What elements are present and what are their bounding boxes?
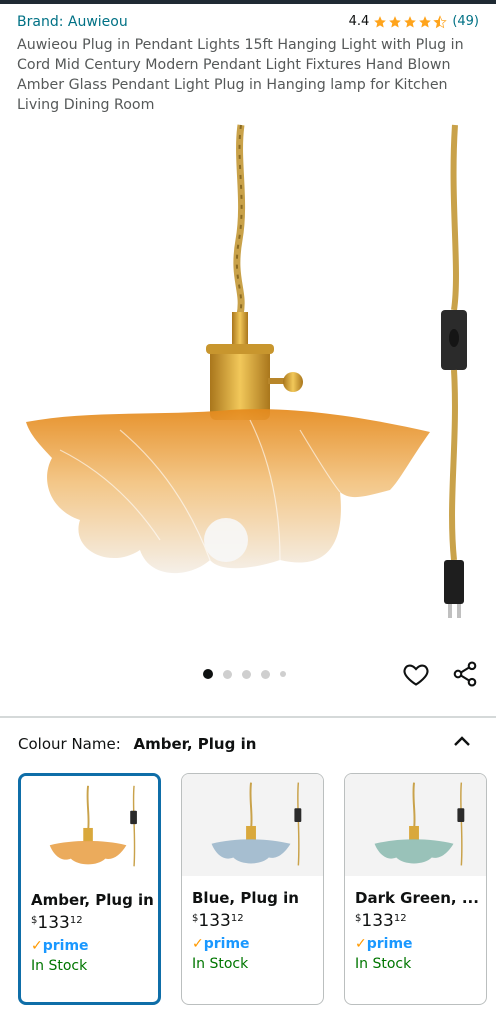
star-half-icon: [433, 14, 448, 28]
carousel-dot[interactable]: [261, 669, 270, 679]
product-title: Auwieou Plug in Pendant Lights 15ft Hang…: [17, 37, 464, 113]
brand-link[interactable]: Brand: Auwieou: [17, 14, 128, 30]
price-fraction: 12: [230, 913, 244, 924]
colour-thumbnail: [345, 774, 486, 876]
price-currency: $: [355, 913, 362, 924]
stock-status: In Stock: [355, 956, 412, 972]
colour-selected-value: Amber, Plug in: [133, 735, 257, 753]
price-currency: $: [31, 915, 38, 926]
price-currency: $: [192, 913, 199, 924]
star-icon: [419, 15, 432, 28]
star-icon: [374, 15, 387, 28]
prime-badge: ✓prime: [355, 936, 413, 952]
colour-option-price: $13312: [355, 911, 407, 931]
price-whole: 133: [37, 913, 70, 933]
price-whole: 133: [198, 911, 231, 931]
heart-icon[interactable]: [402, 660, 430, 688]
colour-option-name: Blue, Plug in: [192, 889, 299, 907]
price-whole: 133: [361, 911, 394, 931]
star-icon: [389, 15, 402, 28]
top-bar: [0, 0, 496, 4]
carousel-dot[interactable]: [223, 669, 232, 679]
colour-thumbnail: [21, 776, 158, 878]
carousel-dot[interactable]: [203, 669, 213, 679]
price-fraction: 12: [393, 913, 407, 924]
colour-option-price: $13312: [192, 911, 244, 931]
stock-status: In Stock: [31, 958, 88, 974]
review-count[interactable]: (49): [452, 14, 479, 29]
colour-option-dark-green[interactable]: Dark Green, ... $13312 ✓prime In Stock: [344, 773, 487, 1005]
price-fraction: 12: [69, 915, 83, 926]
colour-label: Colour Name:: [18, 735, 121, 753]
prime-check-icon: ✓: [31, 938, 43, 954]
colour-option-blue[interactable]: Blue, Plug in $13312 ✓prime In Stock: [181, 773, 324, 1005]
share-icon[interactable]: [451, 660, 479, 688]
colour-selector-header[interactable]: Colour Name: Amber, Plug in: [18, 735, 478, 757]
prime-check-icon: ✓: [355, 936, 367, 952]
colour-option-name: Amber, Plug in: [31, 891, 154, 909]
colour-thumbnail: [182, 774, 323, 876]
colour-option-price: $13312: [31, 913, 83, 933]
star-icon: [404, 15, 417, 28]
prime-badge: ✓prime: [31, 938, 89, 954]
prime-badge: ✓prime: [192, 936, 250, 952]
colour-option-name: Dark Green, ...: [355, 889, 479, 907]
colour-option-amber[interactable]: Amber, Plug in $13312 ✓prime In Stock: [18, 773, 161, 1005]
product-image[interactable]: [0, 120, 496, 630]
prime-check-icon: ✓: [192, 936, 204, 952]
carousel-dot[interactable]: [242, 669, 251, 679]
carousel-dot[interactable]: [280, 671, 286, 677]
stock-status: In Stock: [192, 956, 249, 972]
section-divider: [0, 716, 496, 718]
brand-rating-row: Brand: Auwieou 4.4 (49): [17, 14, 483, 34]
chevron-up-icon[interactable]: [452, 733, 472, 749]
carousel-indicator[interactable]: [203, 669, 296, 679]
rating-summary[interactable]: 4.4 (49): [349, 14, 479, 29]
star-rating: [373, 14, 448, 29]
rating-value: 4.4: [348, 14, 370, 29]
